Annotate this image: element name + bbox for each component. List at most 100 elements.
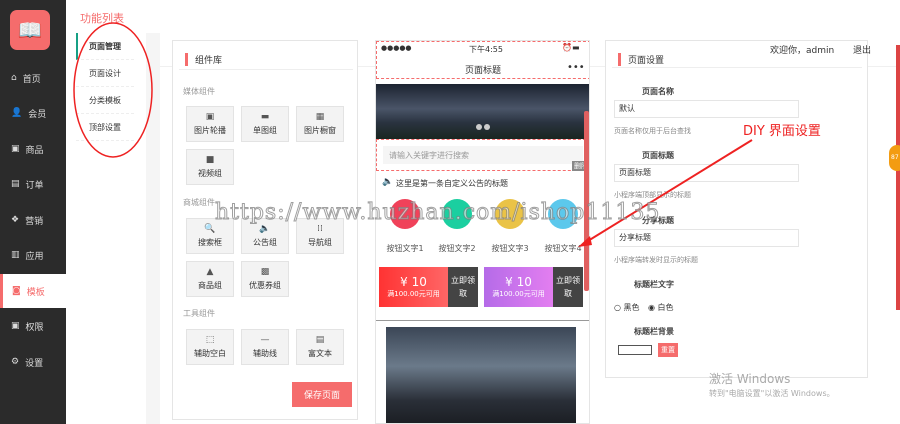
reset-button[interactable]: 重置 — [658, 343, 678, 357]
bag-icon: ▲ — [206, 267, 214, 277]
comp-label: 导航组 — [308, 238, 332, 247]
scrollbar[interactable] — [584, 111, 589, 291]
section-title: 媒体组件 — [183, 87, 215, 96]
carousel-dot[interactable] — [484, 124, 490, 130]
comp-single-image[interactable]: ▬ 单图组 — [241, 106, 289, 142]
divider — [376, 320, 589, 321]
windows-activation-text: 转到"电脑设置"以激活 Windows。 — [709, 389, 835, 398]
sidebar-item-home[interactable]: ⌂ 首页 — [0, 61, 66, 95]
floating-badge[interactable]: 87 — [889, 145, 900, 171]
nav-icon-2[interactable] — [442, 199, 472, 229]
sidebar-item-orders[interactable]: ▤ 订单 — [0, 167, 66, 201]
city-image — [386, 327, 576, 423]
sidebar-item-member[interactable]: 👤 会员 — [0, 96, 66, 130]
field-label: 标题栏文字 — [634, 280, 674, 289]
share-title-input[interactable]: 分享标题 — [614, 229, 799, 247]
logo-icon: 📖 — [10, 10, 50, 50]
radio-label: 黑色 — [623, 303, 640, 312]
comp-goods[interactable]: ▲ 商品组 — [186, 261, 234, 297]
coupon-card[interactable]: ¥ 10 满100.00元可用 立即领取 — [484, 267, 583, 307]
comp-label: 单图组 — [253, 126, 277, 135]
radio-white[interactable]: ◉ 白色 — [648, 302, 674, 313]
welcome-text: 欢迎你，admin — [770, 46, 835, 56]
sidebar-item-template[interactable]: ◙ 模板 — [0, 274, 66, 308]
clipboard-icon: ▤ — [11, 179, 20, 189]
comp-carousel[interactable]: ▣ 图片轮播 — [186, 106, 234, 142]
carousel-banner[interactable] — [376, 84, 589, 139]
comp-coupon[interactable]: ▩ 优惠券组 — [241, 261, 289, 297]
nav-label[interactable]: 按钮文字4 — [538, 243, 588, 254]
user-icon: 👤 — [11, 108, 23, 118]
carousel-dot[interactable] — [476, 124, 482, 130]
sidebar-item-apps[interactable]: ▥ 应用 — [0, 238, 66, 272]
subnav-page-design[interactable]: 页面设计 — [76, 60, 134, 87]
claim-button[interactable]: 立即领取 — [448, 267, 478, 307]
nav-icon-3[interactable] — [495, 199, 525, 229]
camera-icon: ◙ — [12, 286, 21, 296]
subnav-top-settings[interactable]: 顶部设置 — [76, 114, 134, 141]
comp-label: 辅助空白 — [194, 349, 226, 358]
divider — [146, 33, 160, 424]
search-block[interactable]: 请输入关键字进行搜索 删除 — [376, 139, 589, 171]
nav-icon-4[interactable] — [548, 199, 578, 229]
phone-preview: ●●●●● 下午4:55 ⏰▬ 页面标题 ••• 请输入关键字进行搜索 删除 🔈… — [375, 40, 590, 424]
divider — [612, 67, 862, 68]
nav-label[interactable]: 按钮文字1 — [380, 243, 430, 254]
radio-black[interactable]: ○ 黑色 — [614, 302, 640, 313]
gear-icon: ⚙ — [11, 357, 20, 367]
comp-label: 商品组 — [198, 281, 222, 290]
subnav-page-manage[interactable]: 页面管理 — [76, 33, 134, 60]
radio-label: 白色 — [657, 303, 674, 312]
comp-video[interactable]: ■ 视频组 — [186, 149, 234, 185]
sidebar-item-label: 首页 — [22, 74, 41, 85]
sidebar-item-goods[interactable]: ▣ 商品 — [0, 132, 66, 166]
comp-image-window[interactable]: ▦ 图片橱窗 — [296, 106, 344, 142]
comp-richtext[interactable]: ▤ 富文本 — [296, 329, 344, 365]
images-icon: ▣ — [205, 112, 215, 122]
sidebar-item-marketing[interactable]: ❖ 营销 — [0, 203, 66, 237]
panel-title: 页面设置 — [618, 53, 664, 66]
id-badge-icon: ▣ — [11, 321, 20, 331]
hint-text: 页面名称仅用于后台查找 — [614, 127, 691, 135]
speaker-icon: 🔈 — [382, 177, 394, 187]
comp-label: 辅助线 — [253, 349, 277, 358]
video-icon: ■ — [205, 155, 215, 165]
save-page-button[interactable]: 保存页面 — [292, 382, 352, 407]
status-time: 下午4:55 — [469, 45, 503, 54]
comp-search[interactable]: 🔍 搜索框 — [186, 218, 234, 254]
sidebar-item-label: 营销 — [25, 216, 44, 227]
more-icon[interactable]: ••• — [567, 62, 585, 73]
field-label: 分享标题 — [642, 216, 674, 225]
comp-nav[interactable]: ⁞⁞ 导航组 — [296, 218, 344, 254]
page-title-input[interactable]: 页面标题 — [614, 164, 799, 182]
home-icon: ⌂ — [11, 73, 17, 83]
nav-icon-1[interactable] — [390, 199, 420, 229]
page-name-input[interactable]: 默认 — [614, 100, 799, 118]
comp-line[interactable]: — 辅助线 — [241, 329, 289, 365]
comp-label: 富文本 — [308, 349, 332, 358]
logout-link[interactable]: 退出 — [853, 43, 871, 56]
subnav-title: 功能列表 — [80, 12, 124, 25]
nav-label[interactable]: 按钮文字3 — [485, 243, 535, 254]
color-picker[interactable] — [618, 345, 652, 355]
page-settings-panel: 页面设置 页面名称 默认 页面名称仅用于后台查找 页面标题 页面标题 小程序端顶… — [605, 40, 868, 378]
coupon-card[interactable]: ¥ 10 满100.00元可用 立即领取 — [379, 267, 478, 307]
nav-label[interactable]: 按钮文字2 — [432, 243, 482, 254]
comp-label: 公告组 — [253, 238, 277, 247]
comp-notice[interactable]: 🔈 公告组 — [241, 218, 289, 254]
line-icon: — — [260, 335, 270, 345]
page-scrollbar[interactable] — [896, 45, 900, 310]
sidebar-item-permissions[interactable]: ▣ 权限 — [0, 309, 66, 343]
search-input[interactable]: 请输入关键字进行搜索 — [383, 146, 583, 164]
sidebar-item-settings[interactable]: ⚙ 设置 — [0, 345, 66, 379]
phone-header[interactable]: ●●●●● 下午4:55 ⏰▬ 页面标题 ••• — [376, 41, 589, 79]
coupon-amount: ¥ 10 — [505, 275, 532, 289]
coupon-condition: 满100.00元可用 — [492, 290, 545, 298]
subnav-category-template[interactable]: 分类模板 — [76, 87, 134, 114]
comp-blank[interactable]: ⬚ 辅助空白 — [186, 329, 234, 365]
phone-title: 页面标题 — [465, 66, 502, 76]
image-icon: ▬ — [260, 112, 270, 122]
document-icon: ▤ — [315, 335, 325, 345]
claim-button[interactable]: 立即领取 — [553, 267, 583, 307]
panel-title: 组件库 — [185, 53, 222, 66]
